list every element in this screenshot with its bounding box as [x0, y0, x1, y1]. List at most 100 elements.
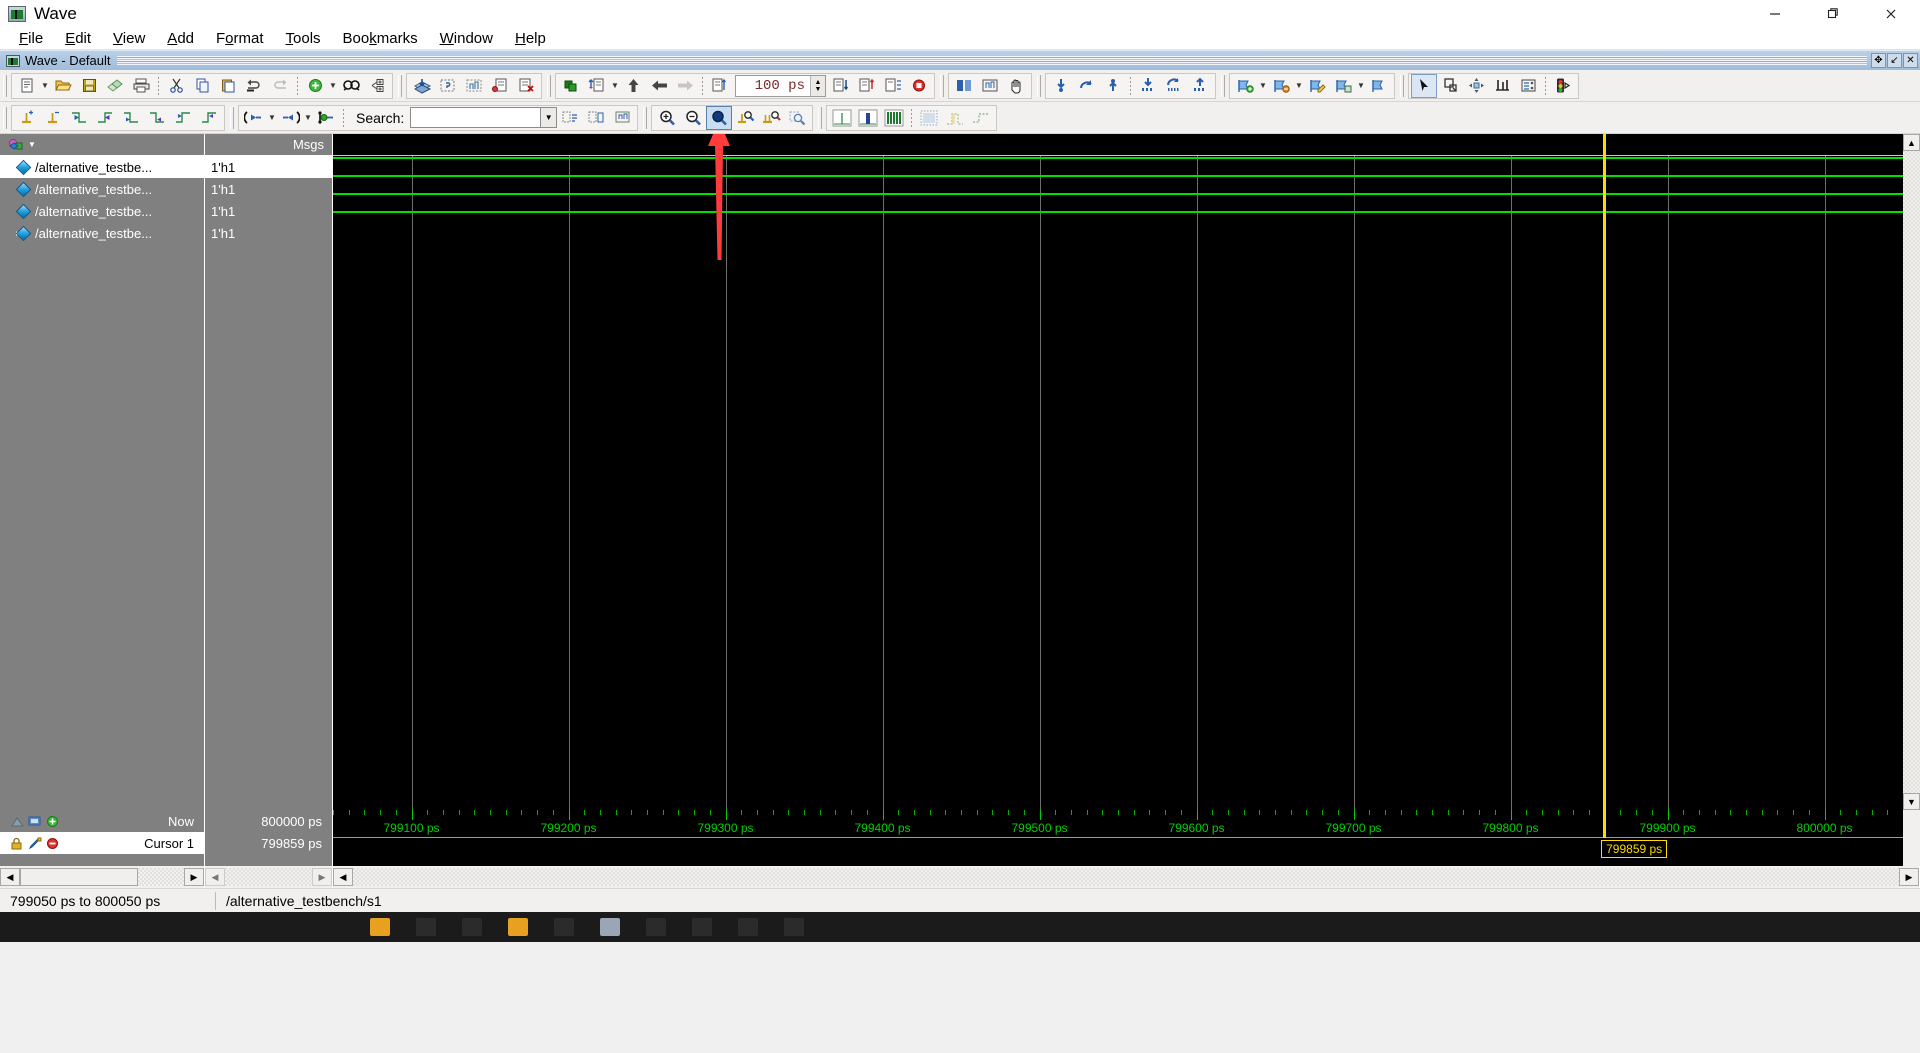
search-dropdown-arrow[interactable]: ▼ [540, 107, 558, 128]
grid-config-icon[interactable] [880, 74, 906, 98]
menu-window[interactable]: Window [429, 29, 504, 49]
prev-rising-icon[interactable] [170, 106, 196, 130]
search-options-icon[interactable] [313, 106, 339, 130]
print-icon[interactable] [128, 74, 154, 98]
paste-icon[interactable] [215, 74, 241, 98]
search-input[interactable] [410, 107, 541, 128]
prev-transition-icon[interactable] [1074, 74, 1100, 98]
wave-expand-icon[interactable] [977, 74, 1003, 98]
toolbar-handle[interactable] [1037, 74, 1041, 97]
taskbar-icon-2[interactable] [416, 918, 436, 936]
search-prev-dropdown[interactable]: ▼ [267, 106, 277, 130]
menu-bookmarks[interactable]: Bookmarks [332, 29, 429, 49]
values-scroll-track[interactable] [225, 868, 312, 886]
undo-icon[interactable] [241, 74, 267, 98]
values-hscrollbar[interactable]: ◀ ▶ [205, 866, 333, 888]
insert-cursor-icon[interactable] [14, 106, 40, 130]
waveform-hscrollbar[interactable]: ◀ ▶ [333, 866, 1920, 888]
taskbar-icon-9[interactable] [738, 918, 758, 936]
find-up-icon[interactable] [1187, 74, 1213, 98]
grid-up-icon[interactable] [854, 74, 880, 98]
up-transition-icon[interactable] [1100, 74, 1126, 98]
add-wave-icon[interactable] [302, 74, 328, 98]
toolbar-handle[interactable] [818, 106, 823, 129]
run-dropdown[interactable]: ▼ [610, 74, 620, 98]
axis-cursor-line[interactable] [1603, 810, 1607, 838]
run-length-field[interactable]: 100 ps ▲ ▼ [735, 74, 826, 97]
zoom-full-icon[interactable] [706, 105, 733, 130]
next-edge-icon[interactable] [92, 106, 118, 130]
cursor-row[interactable]: Cursor 1 [0, 832, 204, 854]
maximize-button[interactable] [1804, 0, 1862, 28]
search-next-icon[interactable] [277, 106, 303, 130]
taskbar-icon-7[interactable] [646, 918, 666, 936]
zoom-in-icon[interactable] [654, 106, 680, 130]
next-transition-icon[interactable] [1048, 74, 1074, 98]
traffic-light-icon[interactable] [1550, 74, 1576, 98]
prev-falling-icon[interactable] [118, 106, 144, 130]
bookmark-add-dropdown[interactable]: ▼ [1258, 74, 1268, 98]
names-scroll-right[interactable]: ▶ [184, 868, 204, 886]
signal-row-2[interactable]: /alternative_testbe... [0, 200, 204, 222]
toolbar-handle[interactable] [643, 106, 648, 129]
find-prev-icon[interactable] [1161, 74, 1187, 98]
cut-icon[interactable] [163, 74, 189, 98]
cursor-time-tag[interactable]: 799859 ps [1601, 840, 1668, 858]
toolbar-handle[interactable] [1400, 74, 1404, 97]
time-axis-ruler[interactable]: 799100 ps 799200 ps 799300 ps 799400 ps 7995… [333, 810, 1920, 866]
values-scroll-right[interactable]: ▶ [312, 868, 332, 886]
measure-icon[interactable] [1489, 74, 1515, 98]
names-scroll-left[interactable]: ◀ [0, 868, 20, 886]
search-clear-icon[interactable] [583, 106, 609, 130]
step-icon[interactable] [707, 74, 733, 98]
pan-hand-icon[interactable] [1003, 74, 1029, 98]
grid-down-icon[interactable] [828, 74, 854, 98]
next-rising-icon[interactable] [196, 106, 222, 130]
taskbar-icon-1[interactable] [370, 918, 390, 936]
signal-row-0[interactable]: /alternative_testbe... [0, 156, 204, 178]
bookmark-load-icon[interactable] [1366, 74, 1392, 98]
grid-step-icon[interactable] [942, 106, 968, 130]
delete-cursor-icon[interactable] [40, 106, 66, 130]
add-wave-dropdown[interactable]: ▼ [328, 74, 338, 98]
restore-button[interactable]: ↙ [1887, 53, 1902, 68]
run-length-stepper[interactable]: ▲ ▼ [810, 75, 825, 96]
names-scroll-thumb[interactable] [20, 868, 138, 886]
signal-group-icon[interactable]: ▼ [8, 138, 36, 152]
copy-icon[interactable] [189, 74, 215, 98]
run-icon[interactable] [584, 74, 610, 98]
zoom-cursor-icon[interactable] [732, 106, 758, 130]
wave-scroll-left[interactable]: ◀ [333, 868, 353, 886]
undock-button[interactable]: ✥ [1871, 53, 1886, 68]
taskbar-icon-10[interactable] [784, 918, 804, 936]
wave-all-icon[interactable] [881, 106, 907, 130]
bookmark-edit-icon[interactable] [1304, 74, 1330, 98]
signal-row-3[interactable]: ▸/alternative_testbe... [0, 222, 204, 244]
find-icon[interactable] [338, 74, 364, 98]
wave-grid-icon[interactable] [461, 74, 487, 98]
minimize-button[interactable] [1746, 0, 1804, 28]
menu-edit[interactable]: Edit [54, 29, 102, 49]
zoom-range-icon[interactable] [784, 106, 810, 130]
new-file-dropdown[interactable]: ▼ [40, 74, 50, 98]
taskbar-icon-6[interactable] [600, 918, 620, 936]
cursor-1-line[interactable] [1603, 134, 1607, 810]
annotate-icon[interactable] [487, 74, 513, 98]
toolbar-handle[interactable] [940, 74, 944, 97]
wave-scroll-track[interactable] [353, 868, 1899, 886]
taskbar-icon-5[interactable] [554, 918, 574, 936]
waveform-vertical-scrollbar[interactable]: ▲ ▼ [1903, 134, 1920, 810]
taskbar-icon-3[interactable] [462, 918, 482, 936]
wave-compare-icon[interactable] [951, 74, 977, 98]
find-next-icon[interactable] [1135, 74, 1161, 98]
open-folder-icon[interactable] [50, 74, 76, 98]
grid-dense-icon[interactable] [916, 106, 942, 130]
pan-mode-icon[interactable] [1463, 74, 1489, 98]
pane-close-button[interactable]: ✕ [1903, 53, 1918, 68]
delete-annotation-icon[interactable] [513, 74, 539, 98]
run-length-value[interactable]: 100 ps [736, 78, 810, 94]
next-falling-icon[interactable] [144, 106, 170, 130]
toolbar-handle[interactable] [398, 74, 402, 97]
restart-icon[interactable] [558, 74, 584, 98]
run-back-icon[interactable] [646, 74, 672, 98]
